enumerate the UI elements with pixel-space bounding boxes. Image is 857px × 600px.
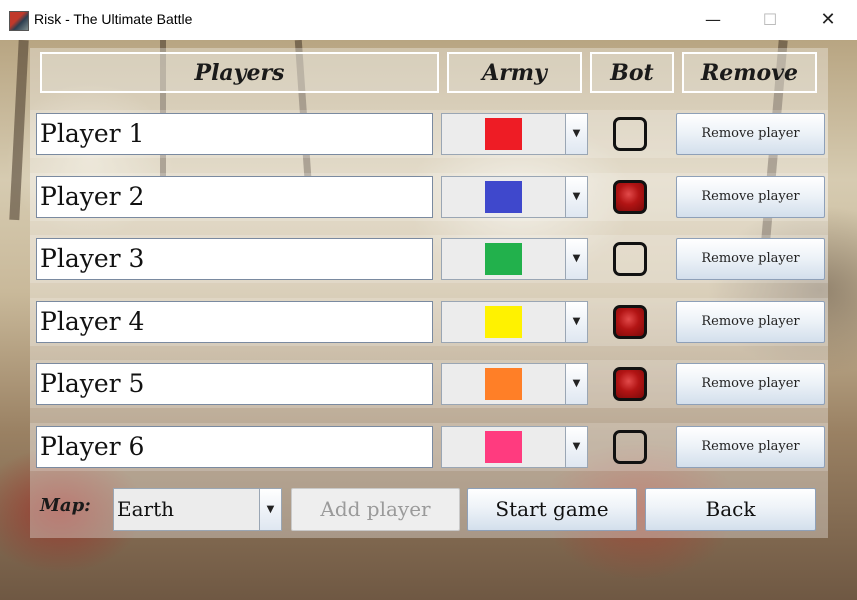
player-name-field[interactable]: Player 3 <box>36 238 433 280</box>
window-title: Risk - The Ultimate Battle <box>34 11 193 27</box>
player-name-field[interactable]: Player 1 <box>36 113 433 155</box>
player-name-field[interactable]: Player 2 <box>36 176 433 218</box>
maximize-button[interactable]: ☐ <box>747 0 793 40</box>
map-label: Map: <box>40 495 91 516</box>
remove-player-button[interactable]: Remove player <box>676 363 825 405</box>
chevron-down-icon[interactable]: ▼ <box>565 177 587 217</box>
chevron-down-icon[interactable]: ▼ <box>565 364 587 404</box>
bot-checkbox[interactable] <box>613 367 647 401</box>
chevron-down-icon[interactable]: ▼ <box>565 302 587 342</box>
remove-player-button[interactable]: Remove player <box>676 238 825 280</box>
add-player-button[interactable]: Add player <box>291 488 460 531</box>
map-select[interactable]: Earth ▼ <box>113 488 282 531</box>
army-color-select[interactable]: ▼ <box>441 426 588 468</box>
remove-player-button[interactable]: Remove player <box>676 426 825 468</box>
remove-player-button[interactable]: Remove player <box>676 176 825 218</box>
bot-checkbox[interactable] <box>613 180 647 214</box>
bot-checkbox[interactable] <box>613 117 647 151</box>
players-header: Players <box>40 52 439 93</box>
bot-checkbox[interactable] <box>613 430 647 464</box>
remove-player-button[interactable]: Remove player <box>676 301 825 343</box>
army-color-select[interactable]: ▼ <box>441 238 588 280</box>
map-value: Earth <box>117 497 175 521</box>
minimize-button[interactable]: — <box>690 0 736 40</box>
army-color-swatch <box>485 306 522 338</box>
chevron-down-icon[interactable]: ▼ <box>565 114 587 154</box>
army-color-swatch <box>485 431 522 463</box>
army-color-swatch <box>485 181 522 213</box>
title-bar: Risk - The Ultimate Battle — ☐ ✕ <box>0 0 857 41</box>
army-color-swatch <box>485 368 522 400</box>
bot-checkbox[interactable] <box>613 242 647 276</box>
army-color-swatch <box>485 118 522 150</box>
army-color-select[interactable]: ▼ <box>441 113 588 155</box>
army-color-select[interactable]: ▼ <box>441 363 588 405</box>
player-name-field[interactable]: Player 5 <box>36 363 433 405</box>
bot-checkbox[interactable] <box>613 305 647 339</box>
back-button[interactable]: Back <box>645 488 816 531</box>
remove-header: Remove <box>682 52 817 93</box>
chevron-down-icon[interactable]: ▼ <box>259 489 281 530</box>
army-color-select[interactable]: ▼ <box>441 176 588 218</box>
chevron-down-icon[interactable]: ▼ <box>565 239 587 279</box>
close-button[interactable]: ✕ <box>805 0 851 40</box>
start-game-button[interactable]: Start game <box>467 488 637 531</box>
battle-background: Players Army Bot Remove Player 1 ▼ Remove … <box>0 40 857 600</box>
app-icon <box>9 11 29 31</box>
army-color-select[interactable]: ▼ <box>441 301 588 343</box>
army-header: Army <box>447 52 582 93</box>
bot-header: Bot <box>590 52 674 93</box>
army-color-swatch <box>485 243 522 275</box>
remove-player-button[interactable]: Remove player <box>676 113 825 155</box>
chevron-down-icon[interactable]: ▼ <box>565 427 587 467</box>
player-name-field[interactable]: Player 4 <box>36 301 433 343</box>
tree-trunk <box>9 40 29 221</box>
player-name-field[interactable]: Player 6 <box>36 426 433 468</box>
